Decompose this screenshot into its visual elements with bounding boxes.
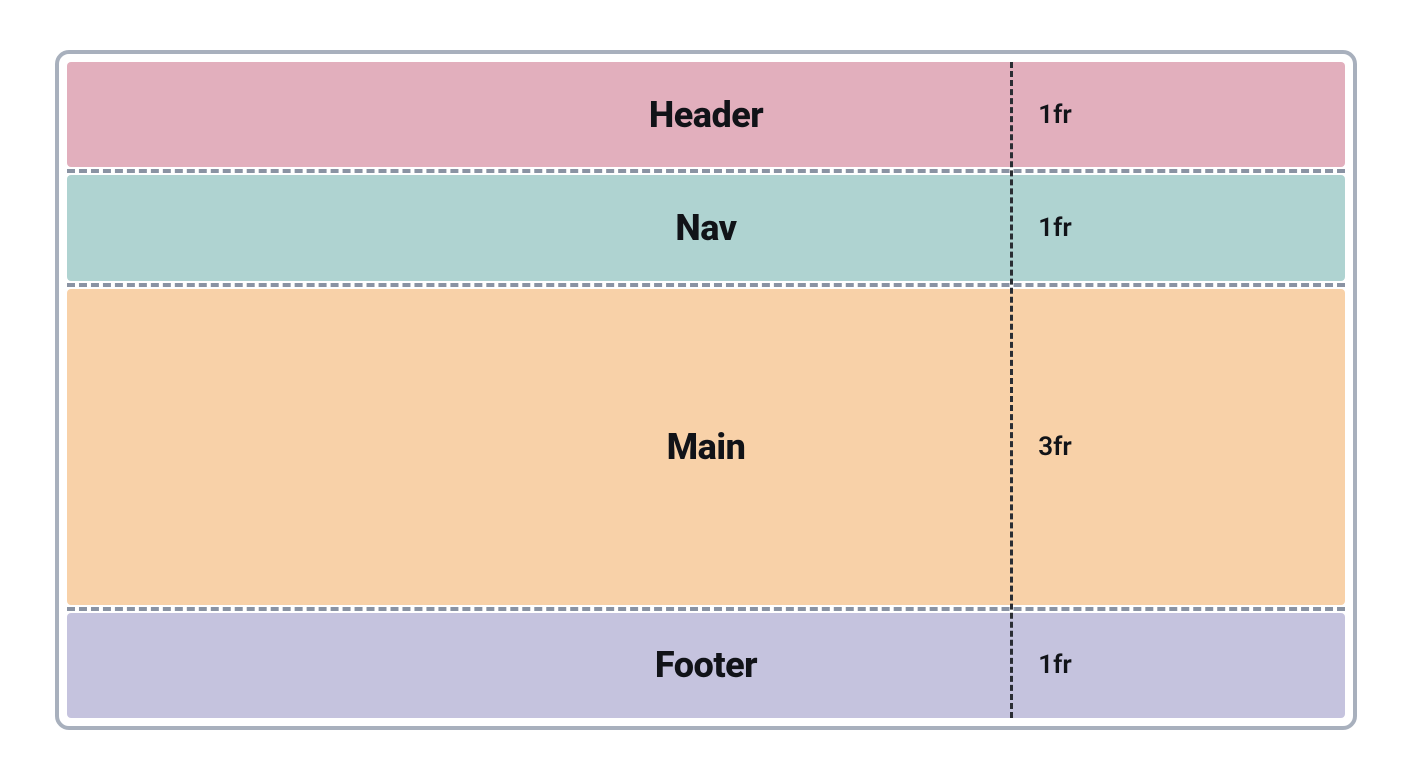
row-label-main: Main — [667, 426, 746, 468]
grid-layout-diagram: Header 1fr Nav 1fr Main 3fr Footer 1fr — [55, 50, 1357, 730]
grid-row-footer: Footer 1fr — [67, 613, 1345, 718]
grid-line-horizontal-2 — [67, 283, 1345, 287]
grid-row-nav: Nav 1fr — [67, 175, 1345, 280]
grid-row-main: Main 3fr — [67, 289, 1345, 605]
row-label-footer: Footer — [655, 644, 757, 686]
grid-line-horizontal-3 — [67, 607, 1345, 611]
row-label-nav: Nav — [675, 207, 736, 249]
fr-label-main: 3fr — [1038, 432, 1071, 462]
fr-label-nav: 1fr — [1038, 213, 1071, 243]
grid-row-header: Header 1fr — [67, 62, 1345, 167]
fr-label-footer: 1fr — [1038, 650, 1071, 680]
fr-label-header: 1fr — [1038, 100, 1071, 130]
row-label-header: Header — [649, 94, 763, 136]
grid-line-horizontal-1 — [67, 169, 1345, 173]
